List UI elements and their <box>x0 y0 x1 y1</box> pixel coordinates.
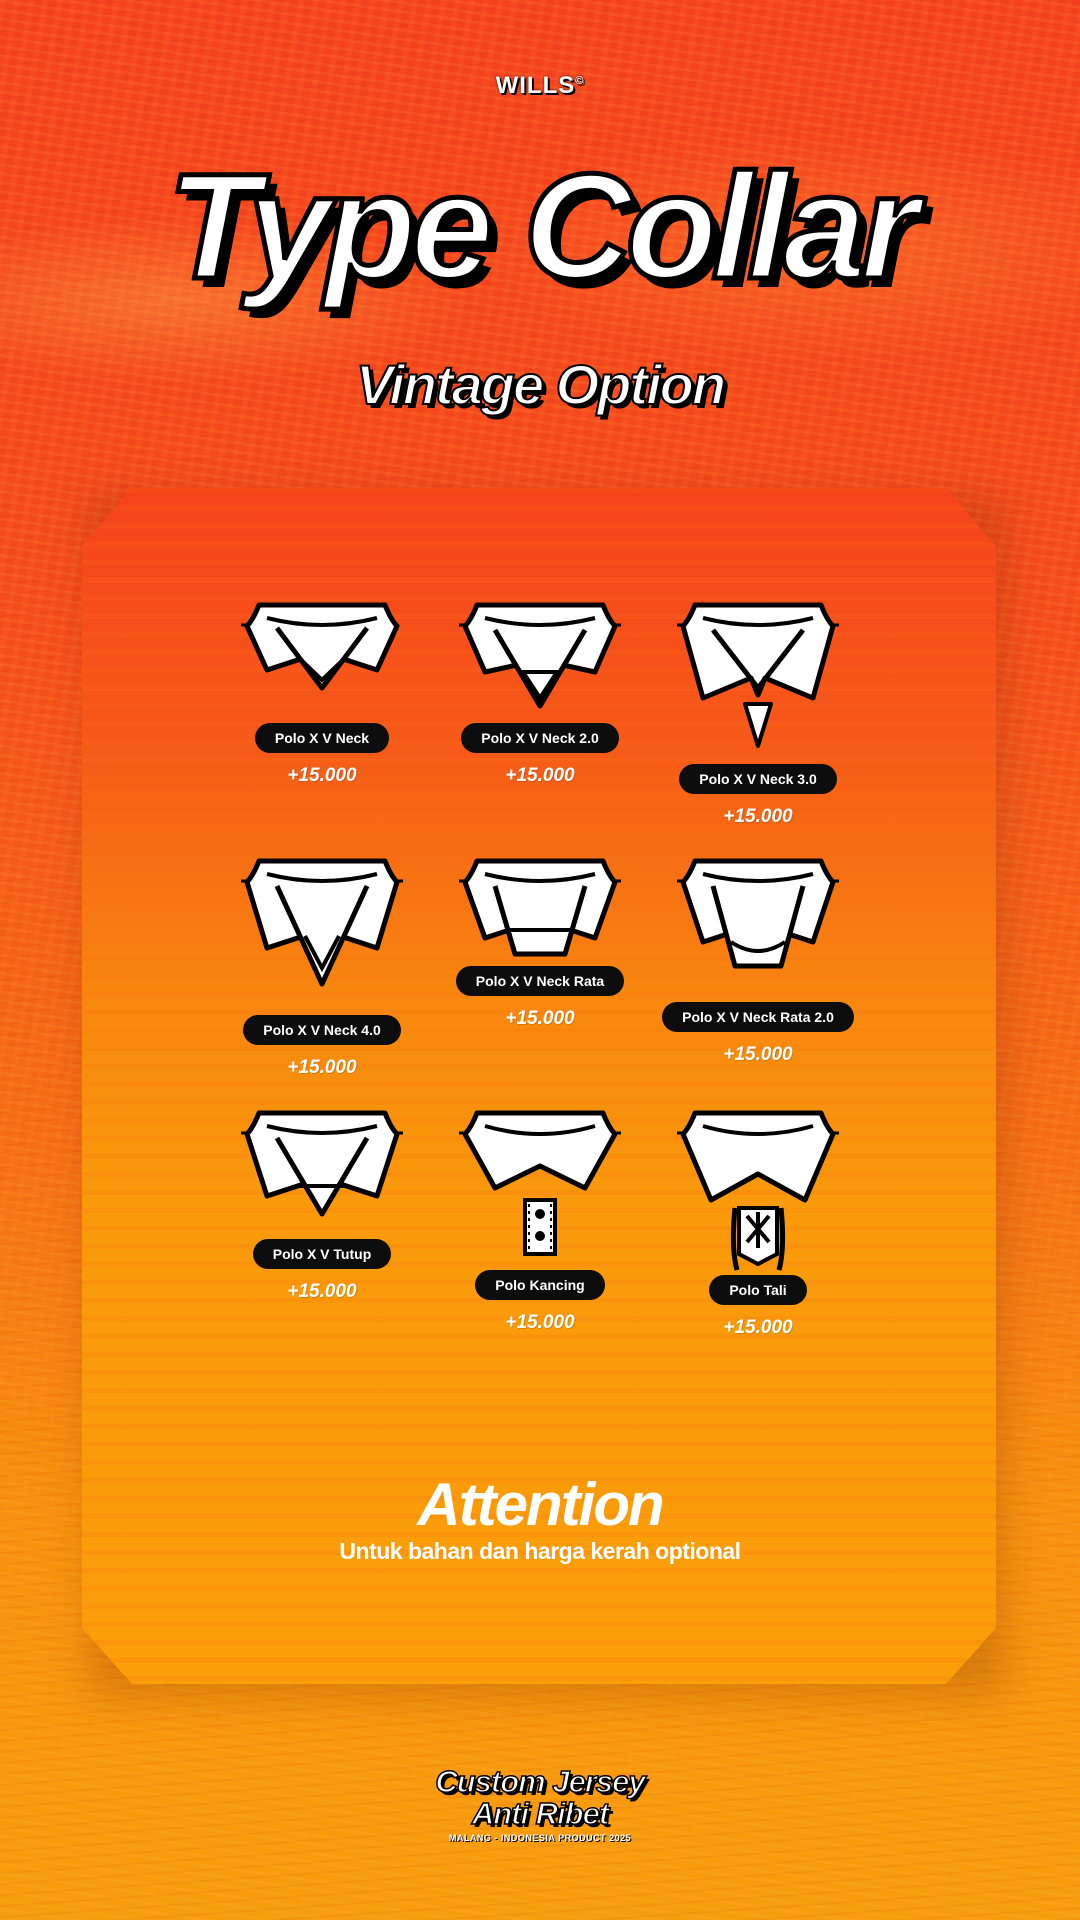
collar-option-v-neck-rata[interactable]: Polo X V Neck Rata +15.000 <box>430 856 650 1030</box>
collar-price: +15.000 <box>287 765 357 786</box>
polo-tali-collar-icon <box>677 1110 839 1271</box>
collar-label: Polo Kancing <box>475 1270 605 1300</box>
collar-option-v-neck-3[interactable]: Polo X V Neck 3.0 +15.000 <box>648 600 868 828</box>
page-subtitle: Vintage Option <box>355 352 727 417</box>
collar-option-v-neck[interactable]: Polo X V Neck +15.000 <box>212 600 432 787</box>
collar-label: Polo X V Neck Rata 2.0 <box>662 1002 854 1032</box>
footer-line-2: Anti Ribet <box>471 1796 610 1831</box>
collar-option-v-neck-2[interactable]: Polo X V Neck 2.0 +15.000 <box>430 600 650 787</box>
collar-price: +15.000 <box>505 765 575 786</box>
button-icon <box>535 1209 545 1219</box>
footer-tagline: MALANG - INDONESIA PRODUCT 2025 <box>448 1833 632 1843</box>
polo-v-neck-rata-collar-icon <box>459 858 621 957</box>
collar-price: +15.000 <box>723 1317 793 1338</box>
collar-price: +15.000 <box>505 1312 575 1333</box>
polo-v-neck-3-collar-icon <box>677 602 839 748</box>
collar-option-tali[interactable]: Polo Tali +15.000 <box>648 1108 868 1339</box>
notice-title: Attention <box>417 1471 664 1538</box>
polo-v-neck-rata-2-collar-icon <box>677 858 839 969</box>
collar-price: +15.000 <box>287 1057 357 1078</box>
polo-v-tutup-collar-icon <box>241 1110 403 1217</box>
page-title: Type Collar <box>165 140 921 313</box>
collar-label: Polo X V Tutup <box>252 1239 392 1269</box>
polo-kancing-collar-icon <box>459 1110 621 1256</box>
footer-slogan: Custom Jersey Anti Ribet <box>0 1764 1080 1831</box>
collar-price: +15.000 <box>287 1281 357 1302</box>
polo-v-neck-4-collar-icon <box>241 858 403 987</box>
collar-price: +15.000 <box>505 1008 575 1029</box>
collar-option-v-tutup[interactable]: Polo X V Tutup +15.000 <box>212 1108 432 1303</box>
brand-logo: WILLS© <box>495 72 585 99</box>
collar-price: +15.000 <box>723 1044 793 1065</box>
collar-label: Polo X V Neck 2.0 <box>461 723 619 753</box>
button-icon <box>535 1231 545 1241</box>
collar-option-kancing[interactable]: Polo Kancing +15.000 <box>430 1108 650 1334</box>
collar-label: Polo X V Neck 4.0 <box>243 1015 401 1045</box>
notice-text: Untuk bahan dan harga kerah optional <box>339 1538 741 1564</box>
collar-option-v-neck-4[interactable]: Polo X V Neck 4.0 +15.000 <box>212 856 432 1079</box>
collar-option-v-neck-rata-2[interactable]: Polo X V Neck Rata 2.0 +15.000 <box>648 856 868 1066</box>
collar-label: Polo X V Neck Rata <box>455 966 625 996</box>
collar-label: Polo X V Neck <box>254 723 390 753</box>
collar-price: +15.000 <box>723 806 793 827</box>
polo-v-neck-collar-icon <box>241 602 400 691</box>
polo-v-neck-2-collar-icon <box>459 602 621 709</box>
collar-label: Polo X V Neck 3.0 <box>679 764 837 794</box>
footer-line-1: Custom Jersey <box>435 1764 647 1799</box>
collar-label: Polo Tali <box>709 1275 807 1305</box>
